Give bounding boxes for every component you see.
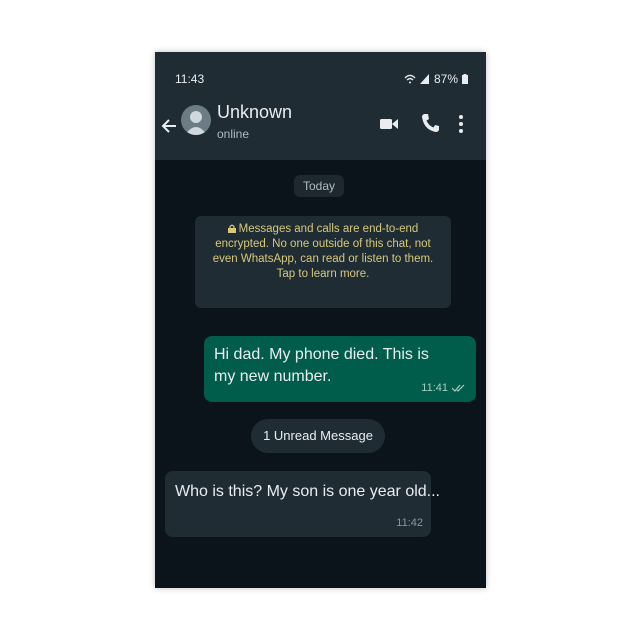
message-meta: 11:41 (421, 382, 466, 394)
status-time: 11:43 (175, 72, 205, 86)
encryption-notice[interactable]: Messages and calls are end-to-end encryp… (195, 216, 451, 308)
unread-messages-badge: 1 Unread Message (251, 419, 385, 453)
phone-screen: 11:43 87% Unknown online Today Messages … (155, 52, 486, 588)
lock-icon (227, 224, 236, 233)
contact-status: online (217, 127, 250, 141)
message-list[interactable]: Today Messages and calls are end-to-end … (155, 160, 486, 588)
chat-header: Unknown online (155, 96, 486, 160)
outgoing-message[interactable]: Hi dad. My phone died. This is my new nu… (204, 336, 476, 402)
message-text: Hi dad. My phone died. This is my new nu… (214, 346, 429, 385)
phone-call-icon[interactable] (420, 112, 440, 134)
incoming-message[interactable]: Who is this? My son is one year old... 1… (165, 471, 440, 537)
encryption-notice-text: Messages and calls are end-to-end encryp… (212, 223, 434, 280)
message-time: 11:42 (396, 517, 423, 529)
battery-icon (462, 74, 468, 84)
contact-name[interactable]: Unknown (217, 102, 292, 123)
more-vert-icon[interactable] (457, 112, 465, 136)
avatar[interactable] (181, 105, 211, 135)
message-time: 11:41 (421, 382, 448, 394)
battery-level: 87% (433, 72, 458, 86)
double-check-icon (452, 384, 465, 392)
wifi-icon (404, 74, 416, 84)
back-arrow-icon[interactable] (161, 116, 179, 140)
video-call-icon[interactable] (379, 114, 399, 134)
status-icons: 87% (404, 72, 468, 86)
date-separator: Today (294, 175, 344, 197)
signal-icon (419, 74, 429, 84)
message-text: Who is this? My son is one year old... (175, 483, 440, 500)
